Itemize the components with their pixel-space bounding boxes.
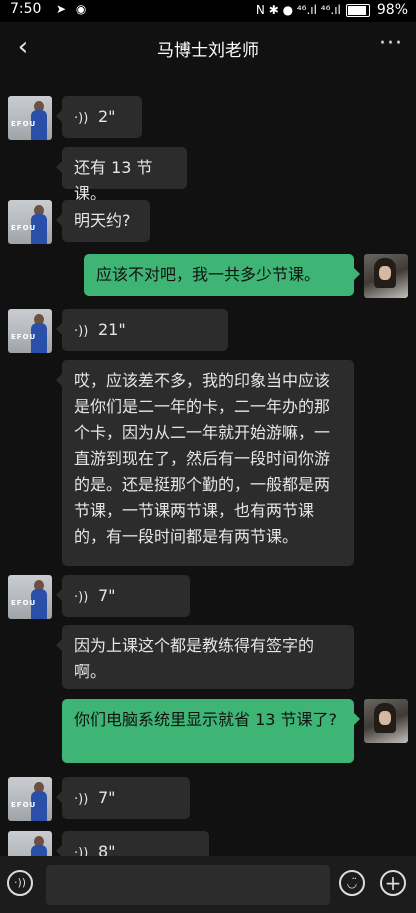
message-text: 还有 13 节课。 <box>74 158 153 203</box>
voice-input-icon[interactable]: ·)) <box>7 870 33 896</box>
avatar[interactable]: EFOU <box>8 200 52 244</box>
status-time: 7:50 <box>10 1 42 17</box>
avatar-sign-text: EFOU <box>11 599 37 607</box>
input-bar: ·)) ◡̈ + <box>0 856 416 913</box>
more-options-icon[interactable]: ··· <box>376 32 406 62</box>
chat-header: ‹ 马博士刘老师 ··· <box>0 22 416 74</box>
message-input[interactable] <box>46 865 330 905</box>
voice-message-icon: ·)) <box>74 590 89 605</box>
my-text-message-bubble[interactable]: 你们电脑系统里显示就省 13 节课了? <box>62 699 360 763</box>
text-message-bubble[interactable]: 哎，应该差不多，我的印象当中应该是你们是二一年的卡，二一年办的那个卡，因为从二一… <box>56 360 354 566</box>
my-text-message-bubble[interactable]: 应该不对吧，我一共多少节课。 <box>84 254 360 296</box>
avatar-sign-text: EFOU <box>11 801 37 809</box>
avatar[interactable]: EFOU <box>8 777 52 821</box>
text-message-bubble[interactable]: 还有 13 节课。 <box>56 147 187 203</box>
voice-message-icon: ·)) <box>74 792 89 807</box>
voice-duration: 7" <box>98 788 116 807</box>
voice-message-bubble[interactable]: ·)) 7" <box>56 777 190 819</box>
voice-duration: 7" <box>98 586 116 605</box>
status-right: N ✱ ● ⁴⁶.ıl ⁴⁶.ıl 98% <box>256 2 408 18</box>
voice-message-icon: ·)) <box>74 324 89 339</box>
plus-icon[interactable]: + <box>380 870 406 896</box>
voice-duration: 8" <box>98 842 116 856</box>
avatar-sign-text: EFOU <box>11 120 37 128</box>
avatar[interactable]: EFOU <box>8 575 52 619</box>
text-message-bubble[interactable]: 因为上课这个都是教练得有签字的啊。 <box>56 625 354 689</box>
avatar[interactable]: EFOU <box>8 831 52 856</box>
chat-title: 马博士刘老师 <box>157 41 259 61</box>
voice-duration: 21" <box>98 320 126 339</box>
battery-icon <box>345 3 370 17</box>
voice-duration: 2" <box>98 107 116 126</box>
battery-percent: 98% <box>376 2 408 18</box>
voice-message-icon: ·)) <box>74 846 89 856</box>
message-text: 应该不对吧，我一共多少节课。 <box>96 265 321 284</box>
avatar[interactable]: EFOU <box>8 96 52 140</box>
message-text: 明天约? <box>74 211 131 230</box>
message-text: 你们电脑系统里显示就省 13 节课了? <box>74 710 338 729</box>
emoji-icon[interactable]: ◡̈ <box>339 870 365 896</box>
voice-message-bubble[interactable]: ·)) 8" <box>56 831 209 856</box>
chat-message-list[interactable]: EFOU ·)) 2" 还有 13 节课。 EFOU 明天约? 应该不对吧，我一共… <box>0 74 416 856</box>
status-bar: 7:50 ➤ ◉ N ✱ ● ⁴⁶.ıl ⁴⁶.ıl 98% <box>0 0 416 22</box>
notification-icons: ➤ ◉ <box>56 2 90 16</box>
text-message-bubble[interactable]: 明天约? <box>56 200 150 242</box>
my-avatar[interactable] <box>364 254 408 298</box>
voice-message-bubble[interactable]: ·)) 7" <box>56 575 190 617</box>
message-text: 哎，应该差不多，我的印象当中应该是你们是二一年的卡，二一年办的那个卡，因为从二一… <box>74 371 331 546</box>
avatar-sign-text: EFOU <box>11 224 37 232</box>
my-avatar[interactable] <box>364 699 408 743</box>
signal-icons: N ✱ ● ⁴⁶.ıl ⁴⁶.ıl <box>255 3 341 17</box>
voice-message-bubble[interactable]: ·)) 2" <box>56 96 142 138</box>
voice-message-bubble[interactable]: ·)) 21" <box>56 309 228 351</box>
avatar-sign-text: EFOU <box>11 333 37 341</box>
avatar[interactable]: EFOU <box>8 309 52 353</box>
message-text: 因为上课这个都是教练得有签字的啊。 <box>74 636 315 681</box>
voice-message-icon: ·)) <box>74 111 89 126</box>
